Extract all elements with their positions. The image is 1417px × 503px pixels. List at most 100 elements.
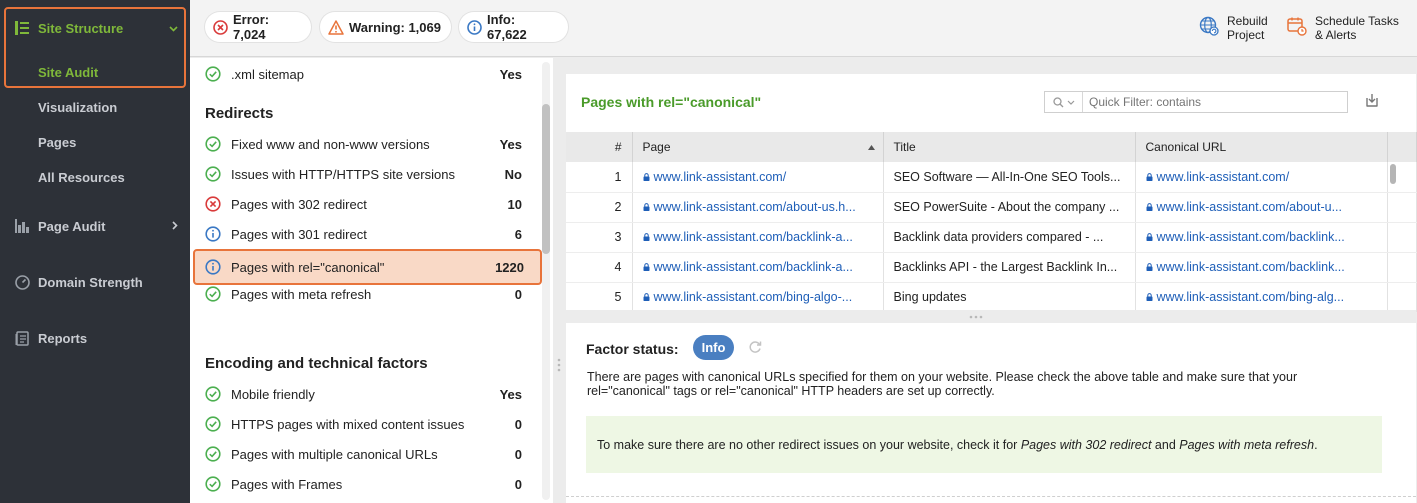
sidebar-item-site-audit[interactable]: Site Audit (38, 65, 98, 80)
factor-value: 0 (514, 446, 522, 462)
factor-value: Yes (499, 386, 522, 402)
top-bar: Error: 7,024 Warning: 1,069 Info: 67,622… (190, 0, 1417, 57)
sidebar-item-pages[interactable]: Pages (38, 135, 76, 150)
page-link[interactable]: www.link-assistant.com/ (632, 162, 884, 193)
sidebar-section-domain-strength[interactable]: Domain Strength (0, 272, 190, 292)
table-row[interactable]: 1 www.link-assistant.com/SEO Software — A… (566, 162, 1417, 193)
factor-value: 0 (514, 286, 522, 302)
factor-list-scrollbar[interactable] (542, 62, 550, 500)
sidebar-section-label: Reports (38, 330, 88, 346)
column-header-title[interactable]: Title (883, 132, 1136, 162)
sidebar-item-visualization[interactable]: Visualization (38, 100, 117, 115)
status-badge: Info (693, 335, 734, 360)
info-count-label: Info: 67,622 (487, 12, 527, 42)
check-circle-icon (205, 386, 221, 402)
column-header-page[interactable]: Page (632, 132, 884, 162)
quick-filter-input[interactable] (1083, 95, 1347, 109)
factor-value: Yes (499, 136, 522, 152)
canonical-link[interactable]: www.link-assistant.com/about-u... (1135, 192, 1388, 223)
table-panel: Pages with rel="canonical" # Page Title … (566, 74, 1417, 313)
check-circle-icon (205, 166, 221, 182)
table-row[interactable]: 3 www.link-assistant.com/backlink-a... Bac… (566, 222, 1417, 253)
factor-row[interactable]: .xml sitemap Yes (190, 59, 540, 89)
sidebar-section-site-structure[interactable]: Site Structure (0, 18, 190, 38)
scrollbar-thumb[interactable] (542, 104, 550, 254)
horizontal-splitter[interactable] (566, 310, 1416, 323)
sidebar-section-label: Site Structure (38, 20, 124, 36)
lock-icon (643, 293, 649, 301)
factor-row[interactable]: Issues with HTTP/HTTPS site versions No (190, 159, 540, 189)
quick-filter[interactable] (1044, 91, 1348, 113)
chevron-down-icon (169, 21, 178, 35)
link-pages-302[interactable]: Pages with 302 redirect (1021, 438, 1152, 452)
check-circle-icon (205, 286, 221, 302)
factor-row[interactable]: Pages with multiple canonical URLs 0 (190, 439, 540, 469)
data-table: # Page Title Canonical URL 1 www.link-ass… (566, 132, 1417, 313)
page-link[interactable]: www.link-assistant.com/backlink-a... (632, 252, 884, 283)
factor-row[interactable]: Pages with 302 redirect 10 (190, 189, 540, 219)
canonical-link[interactable]: www.link-assistant.com/backlink... (1135, 222, 1388, 253)
factor-description: There are pages with canonical URLs spec… (587, 370, 1298, 398)
scrollbar-thumb[interactable] (1390, 164, 1396, 184)
factor-row[interactable]: Mobile friendly Yes (190, 379, 540, 409)
sidebar-section-page-audit[interactable]: Page Audit (0, 216, 190, 236)
table-row[interactable]: 2 www.link-assistant.com/about-us.h... SEO… (566, 192, 1417, 223)
canonical-link[interactable]: www.link-assistant.com/bing-alg... (1135, 282, 1388, 313)
warning-count-badge[interactable]: Warning: 1,069 (320, 12, 451, 42)
lock-icon (643, 203, 649, 211)
sidebar-item-all-resources[interactable]: All Resources (38, 170, 125, 185)
factor-label: Issues with HTTP/HTTPS site versions (231, 166, 455, 182)
page-link[interactable]: www.link-assistant.com/bing-algo-... (632, 282, 884, 313)
row-number: 1 (566, 162, 633, 193)
link-pages-meta-refresh[interactable]: Pages with meta refresh (1179, 438, 1314, 452)
info-count-badge[interactable]: Info: 67,622 (459, 12, 568, 42)
vertical-splitter[interactable] (553, 58, 565, 503)
factor-value: 1220 (495, 259, 524, 275)
factor-row[interactable]: Pages with Frames 0 (190, 469, 540, 499)
table-header-row: # Page Title Canonical URL (566, 132, 1417, 162)
lock-icon (1146, 293, 1152, 301)
lock-icon (1146, 233, 1152, 241)
row-number: 3 (566, 222, 633, 253)
check-circle-icon (205, 416, 221, 432)
table-row[interactable]: 4 www.link-assistant.com/backlink-a... Bac… (566, 252, 1417, 283)
factor-label: Pages with Frames (231, 476, 343, 492)
factor-value: 6 (514, 226, 522, 242)
refresh-icon[interactable] (748, 340, 762, 357)
factor-group-heading: Encoding and technical factors (205, 355, 428, 372)
page-title-cell: Backlinks API - the Largest Backlink In.… (883, 252, 1136, 283)
schedule-tasks-label: Schedule Tasks & Alerts (1315, 14, 1399, 42)
info-circle-icon (205, 259, 221, 275)
gauge-icon (14, 274, 30, 290)
table-row[interactable]: 5 www.link-assistant.com/bing-algo-... Bin… (566, 282, 1417, 313)
factor-value: No (504, 166, 522, 182)
sort-ascending-icon (867, 145, 875, 150)
column-header-spacer (1387, 132, 1417, 162)
filter-dropdown-button[interactable] (1045, 92, 1083, 112)
factor-label: Pages with 302 redirect (231, 196, 367, 212)
canonical-link[interactable]: www.link-assistant.com/ (1135, 162, 1388, 193)
sidebar: Site Structure Site Audit Visualization … (0, 0, 190, 503)
factor-row[interactable]: Fixed www and non-www versions Yes (190, 129, 540, 159)
drag-handle-icon (969, 315, 983, 319)
table-scrollbar[interactable] (1388, 162, 1398, 310)
page-link[interactable]: www.link-assistant.com/about-us.h... (632, 192, 884, 223)
lock-icon (1146, 203, 1152, 211)
factor-value: 0 (514, 476, 522, 492)
page-title-cell: SEO Software — All-In-One SEO Tools... (883, 162, 1136, 193)
factor-row[interactable]: Pages with rel="canonical" 1220 (193, 249, 542, 285)
canonical-link[interactable]: www.link-assistant.com/backlink... (1135, 252, 1388, 283)
column-header-number[interactable]: # (566, 132, 633, 162)
error-count-badge[interactable]: Error: 7,024 (205, 12, 311, 42)
column-header-canonical-url[interactable]: Canonical URL (1135, 132, 1388, 162)
page-link[interactable]: www.link-assistant.com/backlink-a... (632, 222, 884, 253)
schedule-tasks-button[interactable]: Schedule Tasks & Alerts (1287, 14, 1399, 42)
check-circle-icon (205, 136, 221, 152)
sidebar-section-reports[interactable]: Reports (0, 328, 190, 348)
factor-row[interactable]: Pages with 301 redirect 6 (190, 219, 540, 249)
factor-row[interactable]: HTTPS pages with mixed content issues 0 (190, 409, 540, 439)
export-icon[interactable] (1364, 92, 1380, 111)
factor-value: Yes (499, 66, 522, 82)
rebuild-project-button[interactable]: Rebuild Project (1199, 14, 1268, 42)
factor-label: Pages with 301 redirect (231, 226, 367, 242)
